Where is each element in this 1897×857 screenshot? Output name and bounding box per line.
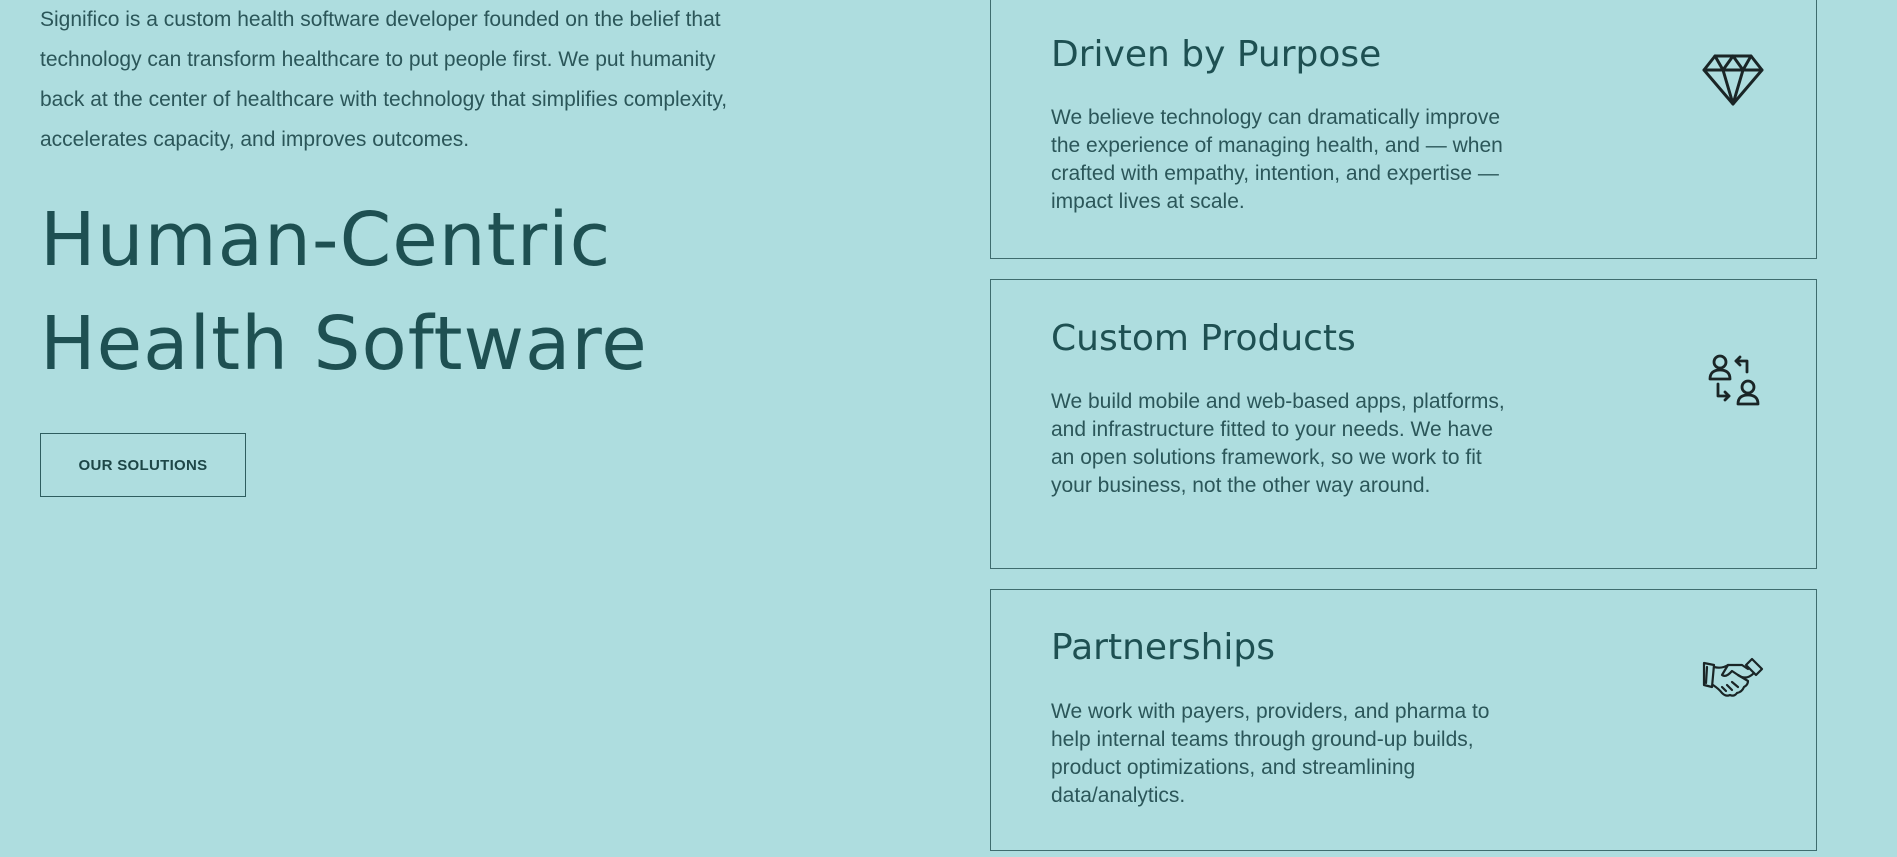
hero-title-line-2: Health Software [40, 301, 648, 387]
card-title: Partnerships [1051, 627, 1276, 668]
card-partnerships: Partnerships We work with payers, provid… [990, 589, 1817, 851]
handshake-icon [1702, 657, 1764, 699]
card-body: We build mobile and web-based apps, plat… [1051, 390, 1505, 497]
card-title: Custom Products [1051, 318, 1356, 359]
card-driven-by-purpose: Driven by Purpose We believe technology … [990, 0, 1817, 259]
intro-paragraph: Significo is a custom health software de… [40, 8, 728, 151]
card-custom-products: Custom Products We build mobile and web-… [990, 279, 1817, 569]
card-body: We believe technology can dramatically i… [1051, 106, 1503, 213]
hero-title-line-1: Human-Centric [40, 197, 612, 283]
card-body: We work with payers, providers, and phar… [1051, 700, 1490, 807]
hero-title: Human-Centric Health Software [40, 188, 648, 396]
user-swap-icon [1708, 354, 1764, 408]
card-title: Driven by Purpose [1051, 34, 1382, 75]
diamond-icon [1702, 53, 1764, 107]
our-solutions-button[interactable]: OUR SOLUTIONS [40, 433, 246, 497]
